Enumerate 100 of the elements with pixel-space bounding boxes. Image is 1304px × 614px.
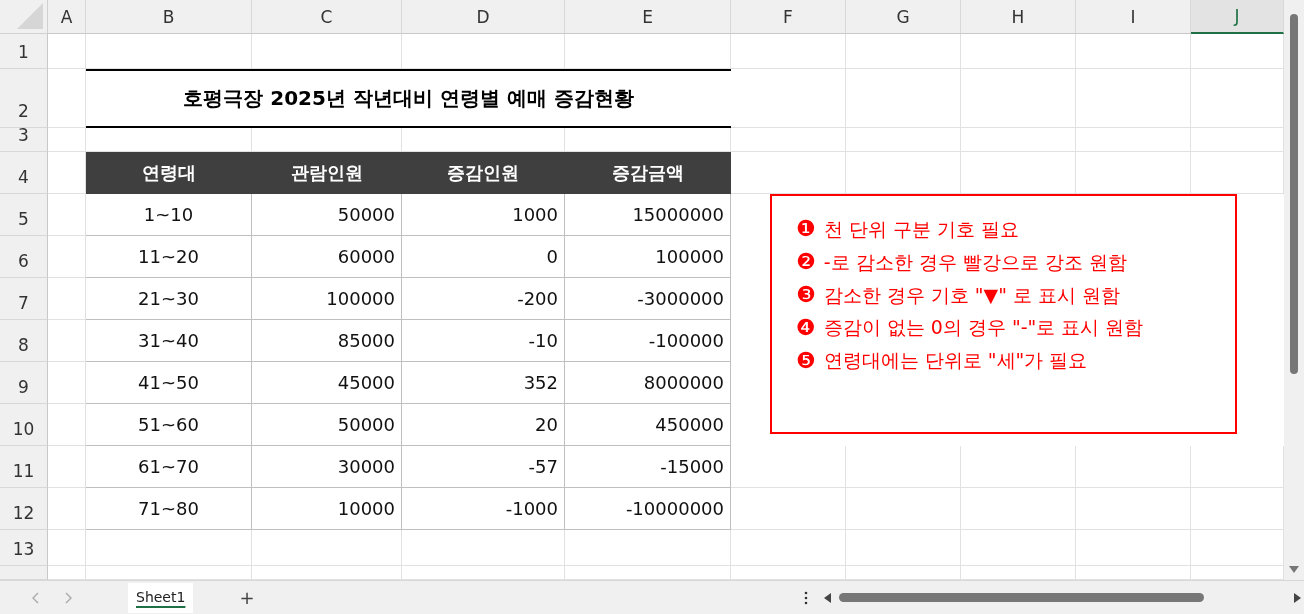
table-cell: -3000000 <box>565 278 731 320</box>
empty-cell[interactable] <box>48 446 86 488</box>
empty-cell[interactable] <box>731 128 846 152</box>
table-cell: -57 <box>402 446 565 488</box>
empty-cell[interactable] <box>252 530 402 566</box>
vertical-scrollbar[interactable] <box>1284 0 1304 580</box>
empty-cell[interactable] <box>961 446 1076 488</box>
row-header[interactable]: 10 <box>0 404 48 446</box>
empty-cell[interactable] <box>846 446 961 488</box>
table-cell: 45000 <box>252 362 402 404</box>
table-title: 호평극장 2025년 작년대비 연령별 예매 증감현황 <box>86 69 731 128</box>
row-header[interactable]: 13 <box>0 530 48 566</box>
column-header[interactable]: D <box>402 0 565 34</box>
empty-cell[interactable] <box>86 34 252 69</box>
empty-cell[interactable] <box>961 530 1076 566</box>
table-cell: 20 <box>402 404 565 446</box>
row-header[interactable]: 12 <box>0 488 48 530</box>
column-header[interactable]: G <box>846 0 961 34</box>
table-cell: 51~60 <box>86 404 252 446</box>
column-header[interactable]: J <box>1191 0 1284 34</box>
column-heading: 연령대 <box>86 152 252 194</box>
empty-cell[interactable] <box>48 320 86 362</box>
row-header[interactable]: 3 <box>0 128 48 152</box>
empty-cell[interactable] <box>846 34 961 69</box>
empty-cell[interactable] <box>846 69 961 128</box>
empty-cell[interactable] <box>48 404 86 446</box>
table-cell: 1~10 <box>86 194 252 236</box>
empty-cell[interactable] <box>961 69 1076 128</box>
scroll-right-icon[interactable] <box>1292 592 1303 603</box>
empty-cell[interactable] <box>48 488 86 530</box>
empty-cell[interactable] <box>1076 34 1191 69</box>
table-cell: -100000 <box>565 320 731 362</box>
table-cell: 50000 <box>252 404 402 446</box>
column-heading: 증감인원 <box>402 152 565 194</box>
empty-cell[interactable] <box>48 362 86 404</box>
table-cell: 100000 <box>252 278 402 320</box>
empty-cell[interactable] <box>1076 69 1191 128</box>
table-cell: 15000000 <box>565 194 731 236</box>
row-header[interactable]: 2 <box>0 69 48 128</box>
column-header[interactable]: C <box>252 0 402 34</box>
empty-cell[interactable] <box>252 34 402 69</box>
horizontal-scrollbar[interactable] <box>839 593 1205 602</box>
empty-cell[interactable] <box>1076 128 1191 152</box>
empty-cell[interactable] <box>1076 488 1191 530</box>
select-all-icon[interactable] <box>17 3 43 29</box>
sheet-tab[interactable]: Sheet1 <box>128 582 194 613</box>
row-header[interactable]: 1 <box>0 34 48 69</box>
row-header[interactable] <box>0 566 48 580</box>
empty-cell[interactable] <box>731 34 846 69</box>
row-header[interactable]: 4 <box>0 152 48 194</box>
empty-cell[interactable] <box>565 530 731 566</box>
empty-cell[interactable] <box>731 488 846 530</box>
empty-cell[interactable] <box>48 236 86 278</box>
table-cell: 8000000 <box>565 362 731 404</box>
table-cell: 0 <box>402 236 565 278</box>
table-cell: 30000 <box>252 446 402 488</box>
column-header[interactable]: A <box>48 0 86 34</box>
row-header[interactable]: 6 <box>0 236 48 278</box>
empty-cell[interactable] <box>731 446 846 488</box>
more-options-icon[interactable] <box>803 589 810 606</box>
scroll-down-icon[interactable] <box>1289 566 1299 574</box>
table-cell: 100000 <box>565 236 731 278</box>
row-header[interactable]: 5 <box>0 194 48 236</box>
empty-cell[interactable] <box>402 530 565 566</box>
row-header[interactable]: 9 <box>0 362 48 404</box>
empty-cell[interactable] <box>48 278 86 320</box>
empty-cell[interactable] <box>48 194 86 236</box>
table-cell: -10 <box>402 320 565 362</box>
empty-cell[interactable] <box>402 34 565 69</box>
table-cell: 11~20 <box>86 236 252 278</box>
empty-cell[interactable] <box>731 530 846 566</box>
row-header[interactable]: 8 <box>0 320 48 362</box>
table-cell: 50000 <box>252 194 402 236</box>
scroll-left-icon[interactable] <box>823 592 834 603</box>
empty-cell[interactable] <box>1076 446 1191 488</box>
empty-cell[interactable] <box>961 128 1076 152</box>
empty-cell[interactable] <box>961 488 1076 530</box>
note-text: 천 단위 구분 기호 필요 <box>823 218 1019 241</box>
empty-cell[interactable] <box>846 128 961 152</box>
row-header[interactable]: 7 <box>0 278 48 320</box>
empty-cell[interactable] <box>846 530 961 566</box>
empty-cell[interactable] <box>565 34 731 69</box>
table-cell: -15000 <box>565 446 731 488</box>
column-header[interactable]: H <box>961 0 1076 34</box>
empty-cell[interactable] <box>1076 530 1191 566</box>
table-cell: -1000 <box>402 488 565 530</box>
empty-cell[interactable] <box>48 69 86 128</box>
table-cell: 61~70 <box>86 446 252 488</box>
empty-cell[interactable] <box>961 34 1076 69</box>
column-header[interactable]: F <box>731 0 846 34</box>
add-sheet-button[interactable]: + <box>233 586 261 609</box>
column-header[interactable]: B <box>86 0 252 34</box>
empty-cell[interactable] <box>731 69 846 128</box>
column-header[interactable]: E <box>565 0 731 34</box>
number-marker: ❺ <box>796 349 816 372</box>
empty-cell[interactable] <box>846 488 961 530</box>
column-header[interactable]: I <box>1076 0 1191 34</box>
row-header[interactable]: 11 <box>0 446 48 488</box>
empty-cell[interactable] <box>86 530 252 566</box>
scroll-thumb[interactable] <box>1290 14 1298 374</box>
